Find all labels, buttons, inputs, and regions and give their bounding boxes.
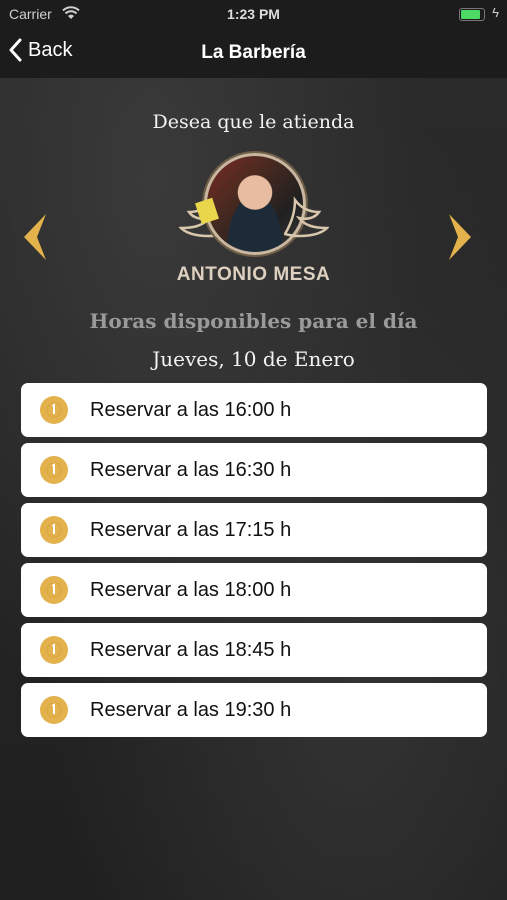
time-slot-button[interactable]: Reservar a las 17:15 h: [21, 503, 487, 557]
status-time: 1:23 PM: [227, 6, 280, 22]
clock-icon: [40, 636, 68, 664]
ornament-icon: [284, 196, 329, 238]
next-barber-button[interactable]: [447, 212, 473, 267]
time-slot-button[interactable]: Reservar a las 16:00 h: [21, 383, 487, 437]
time-slot-button[interactable]: Reservar a las 18:00 h: [21, 563, 487, 617]
battery-icon: [459, 8, 485, 21]
time-slot-label: Reservar a las 19:30 h: [90, 698, 292, 721]
barber-photo-frame[interactable]: [179, 150, 329, 260]
charging-icon: ϟ: [492, 5, 499, 20]
time-slot-button[interactable]: Reservar a las 19:30 h: [21, 683, 487, 737]
arrow-left-icon: [24, 214, 46, 260]
availability-title: Horas disponibles para el día: [89, 309, 418, 333]
time-slot-label: Reservar a las 17:15 h: [90, 518, 292, 541]
battery-fill: [461, 10, 480, 19]
time-slot-label: Reservar a las 16:30 h: [90, 458, 292, 481]
time-slot-label: Reservar a las 18:45 h: [90, 638, 292, 661]
clock-icon: [40, 576, 68, 604]
arrow-right-icon: [449, 214, 471, 260]
time-slot-button[interactable]: Reservar a las 18:45 h: [21, 623, 487, 677]
status-bar: Carrier 1:23 PM ϟ: [0, 0, 507, 28]
time-slot-list: Reservar a las 16:00 h Reservar a las 16…: [21, 383, 487, 743]
time-slot-label: Reservar a las 18:00 h: [90, 578, 292, 601]
barber-name: ANTONIO MESA: [176, 264, 331, 285]
barber-prompt: Desea que le atienda: [152, 111, 355, 133]
previous-barber-button[interactable]: [22, 212, 48, 267]
time-slot-label: Reservar a las 16:00 h: [90, 398, 292, 421]
clock-icon: [40, 696, 68, 724]
clock-icon: [40, 516, 68, 544]
time-slot-button[interactable]: Reservar a las 16:30 h: [21, 443, 487, 497]
navigation-bar: Back La Barbería: [0, 28, 507, 78]
availability-date: Jueves, 10 de Enero: [152, 347, 355, 371]
page-title: La Barbería: [201, 42, 306, 63]
clock-icon: [40, 396, 68, 424]
clock-icon: [40, 456, 68, 484]
